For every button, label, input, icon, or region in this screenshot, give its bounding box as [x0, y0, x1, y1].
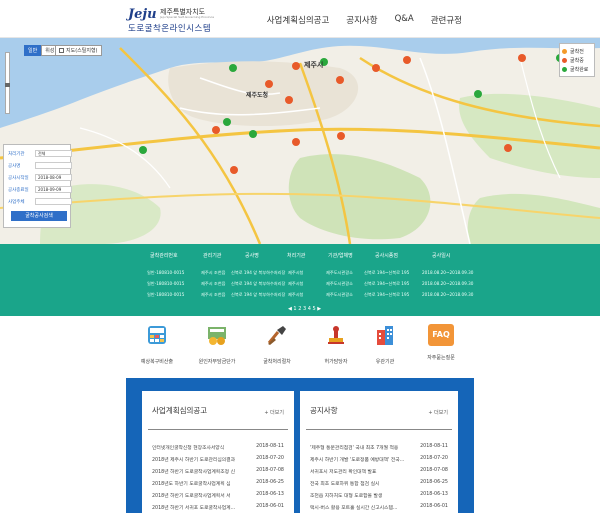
- plan-notice-more-link[interactable]: + 더보기: [264, 409, 284, 416]
- search-field-agency: 처리기관 전체: [8, 150, 72, 157]
- excavation-table: 굴착관리번호 관리기관 공사명 처리기관 기관/업체명 공사시종점 공사일시 일…: [0, 244, 600, 316]
- marker-icon: [562, 49, 567, 54]
- search-field-name: 공사명: [8, 162, 72, 169]
- list-item[interactable]: 2018년 하반기 도로굴착사업계획조정 신 2018-07-08: [152, 468, 284, 476]
- quick-link-procedure[interactable]: 굴착처리절차: [247, 324, 307, 365]
- search-field-end: 공사종료일 2018-09-09: [8, 186, 72, 193]
- notice-panel: 공지사항 + 더보기 '제주형 통문관리점검' 국내 최초 7개월 적용 2018…: [300, 391, 458, 513]
- start-date-input[interactable]: 2018-08-09: [35, 174, 72, 181]
- search-button[interactable]: 굴착공사검색: [11, 211, 67, 221]
- quick-link-faq[interactable]: FAQ 자주묻는질문: [411, 324, 471, 361]
- terrain-toggle[interactable]: 지도(스틸지형): [55, 45, 102, 56]
- project-name-input[interactable]: [35, 162, 72, 169]
- legend-item: 굴착전: [562, 47, 592, 56]
- stamp-icon: [328, 326, 344, 344]
- search-field-start: 공사시작일 2018-08-09: [8, 174, 72, 181]
- map-view[interactable]: 제주시 제주도청: [0, 38, 600, 244]
- search-field-owner: 사업주체: [8, 198, 72, 205]
- owner-input[interactable]: [35, 198, 72, 205]
- map-city-label: 제주시: [304, 61, 324, 69]
- terrain-label: 지도(스틸지형): [66, 48, 98, 54]
- list-item[interactable]: 2018년 제주시 하반기 도로관리심의결과 2018-07-20: [152, 456, 284, 464]
- nav-plan-notice[interactable]: 사업계획심의공고: [267, 14, 330, 26]
- zoom-handle[interactable]: [5, 83, 10, 87]
- calculator-icon: [148, 326, 166, 344]
- notice-title: 공지사항: [310, 406, 338, 415]
- legend-item: 굴착중: [562, 56, 592, 65]
- quick-link-agencies[interactable]: 유관기관: [355, 324, 415, 365]
- end-date-input[interactable]: 2018-09-09: [35, 186, 72, 193]
- logo-org-en: Jeju Special Self-Governing Province: [160, 15, 215, 19]
- list-item[interactable]: 인터넷개인굴착신청 현장조사서양식 2018-08-11: [152, 444, 284, 452]
- quick-link-estimate[interactable]: 예상복구비산출: [127, 324, 187, 365]
- list-item[interactable]: '제주형 통문관리점검' 국내 최초 7개월 적용 2018-08-11: [310, 444, 448, 452]
- divider: [306, 429, 452, 430]
- map-legend: 굴착전 굴착중 굴착완료: [559, 43, 595, 77]
- search-panel: 처리기관 전체 공사명 공사시작일 2018-08-09 공사종료일 2018-09-…: [3, 144, 72, 228]
- list-item[interactable]: 2018년 하반기 서귀포 도로굴착사업계... 2018-06-01: [152, 504, 284, 512]
- plan-notice-panel: 사업계획심의공고 + 더보기 인터넷개인굴착신청 현장조사서양식 2018-08-…: [142, 391, 294, 513]
- coins-icon: [208, 327, 226, 345]
- legend-item: 굴착완료: [562, 65, 592, 74]
- list-item[interactable]: 서귀포시 저도관리 확인대책 발표 2018-07-08: [310, 468, 448, 476]
- top-header: Jeju 제주특별자치도 Jeju Special Self-Governing…: [0, 0, 600, 38]
- faq-icon: FAQ: [428, 324, 454, 346]
- notice-more-link[interactable]: + 더보기: [428, 409, 448, 416]
- list-item[interactable]: 조천읍 지하처도 대형 도로함몰 발생 2018-06-13: [310, 492, 448, 500]
- marker-icon: [562, 67, 567, 72]
- list-item[interactable]: 2018년도 하반기 도로굴착사업계획 심 2018-06-25: [152, 480, 284, 488]
- logo-mark: Jeju: [128, 7, 157, 22]
- shovel-icon: [267, 326, 286, 345]
- site-logo[interactable]: Jeju 제주특별자치도 Jeju Special Self-Governing…: [128, 5, 238, 35]
- nav-regulations[interactable]: 관련규정: [431, 14, 462, 26]
- terrain-checkbox[interactable]: [59, 48, 64, 53]
- building-icon: [377, 326, 393, 345]
- list-item[interactable]: 전국 최초 도로하위 통합 점검 실시 2018-06-25: [310, 480, 448, 488]
- list-item[interactable]: 2018년 하반기 도로굴착사업계획서 서 2018-06-13: [152, 492, 284, 500]
- zoom-slider[interactable]: [5, 52, 10, 114]
- nav-qna[interactable]: Q&A: [395, 14, 414, 26]
- map-type-normal[interactable]: 일반: [24, 45, 42, 56]
- notice-section: 사업계획심의공고 + 더보기 인터넷개인굴착신청 현장조사서양식 2018-08-…: [126, 378, 474, 513]
- divider: [148, 429, 288, 430]
- map-canvas: [0, 38, 600, 244]
- list-item[interactable]: 제주시 하반기 개발 '도로정품 예방대책' 전국... 2018-07-20: [310, 456, 448, 464]
- logo-title: 도로굴착온라인시스템: [128, 24, 212, 34]
- marker-icon: [562, 58, 567, 63]
- plan-notice-title: 사업계획심의공고: [152, 406, 208, 415]
- map-type-toggle: 일반 위성: [24, 45, 59, 56]
- main-nav: 사업계획심의공고 공지사항 Q&A 관련규정: [267, 14, 462, 26]
- quick-links: 예상복구비산출 원인자부담금단가 굴착처리절차 허가담당자 유관기관 FAQ 자…: [0, 316, 600, 378]
- map-city-label: 제주도청: [246, 92, 269, 99]
- agency-select[interactable]: 전체: [35, 150, 72, 157]
- nav-notice[interactable]: 공지사항: [346, 14, 377, 26]
- quick-link-cost[interactable]: 원인자부담금단가: [187, 324, 247, 365]
- table-pager[interactable]: ◀ 1 2 3 4 5 ▶: [288, 306, 321, 312]
- list-item[interactable]: 택시-버스 활용 포트홀 실시간 신고시스템... 2018-06-01: [310, 504, 448, 512]
